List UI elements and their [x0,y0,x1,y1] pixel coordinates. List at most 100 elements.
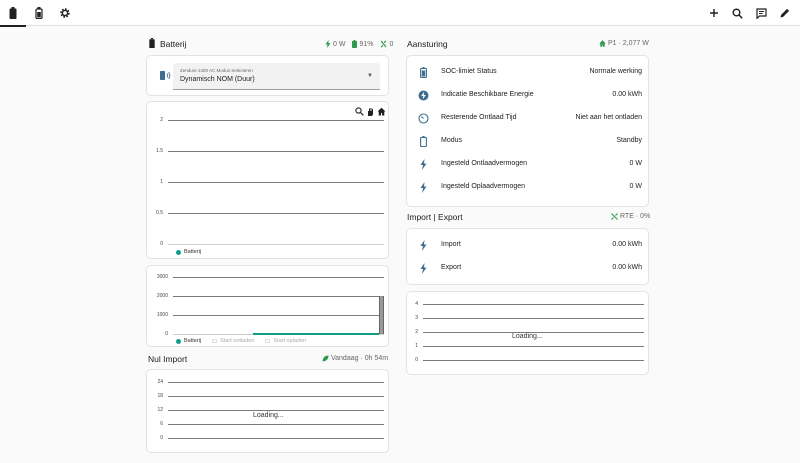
battery-section-title: Batterij [160,39,187,49]
grid-line [168,213,384,214]
entity-label: Export [441,264,462,271]
loading-text: Loading... [512,333,543,340]
mode-select-value: Dynamisch NOM (Duur) [180,76,255,83]
y-tick-label: 0 [415,357,418,363]
mode-select-card: Zendure 2400 AC Modus Selecteren Dynamis… [146,55,389,96]
battery-power-value: 0 W [333,40,346,48]
entity-value: Standby [616,137,642,144]
y-tick-label: 1000 [156,312,168,318]
y-tick-label: 18 [157,393,163,399]
entity-row[interactable]: Modus Standby [407,130,649,153]
grid-line [168,410,384,411]
y-tick-label: 1 [415,343,418,349]
grid-line [168,182,384,183]
aansturing-section-title: Aansturing [407,39,448,49]
legend-swatch [176,249,181,255]
import-export-meta: RTE · 0% [611,213,650,220]
search-button[interactable] [728,4,746,22]
legend-label[interactable]: Start ontladen [220,338,254,344]
y-tick-label: 1.5 [156,148,163,154]
legend-swatch [265,339,271,343]
entity-label: Modus [441,137,463,144]
baseline [168,244,384,245]
entity-value: 0 W [629,160,642,167]
battery-status-icon [417,66,429,78]
flash-icon [325,40,331,48]
tab-settings[interactable] [52,0,78,26]
battery-soc-icon [352,40,358,48]
entity-value: 0 W [629,183,642,190]
y-tick-label: 24 [157,379,163,385]
grid-line [168,382,384,383]
add-button[interactable] [705,4,723,22]
flash-icon [417,262,429,274]
entity-value: Normale werking [589,68,642,75]
grid-line [168,120,384,121]
grid-line [423,360,644,361]
entity-row[interactable]: Indicatie Beschikbare Energie 0.00 kWh [407,84,649,107]
legend-label[interactable]: Start opladen [273,338,306,344]
battery-series-bar [379,296,384,334]
entity-value: 0.00 kWh [612,264,642,271]
entity-label: Resterende Ontlaad Tijd [441,114,517,121]
entity-row[interactable]: Ingesteld Oplaadvermogen 0 W [407,176,649,199]
aansturing-card: SOC-limiet Status Normale werking Indica… [406,55,649,207]
y-tick-label: 2 [415,329,418,335]
battery-icon [417,135,429,147]
y-tick-label: 4 [415,301,418,307]
loading-text: Loading... [253,412,284,419]
entity-label: Ingesteld Oplaadvermogen [441,183,526,190]
mode-select[interactable]: Zendure 2400 AC Modus Selecteren Dynamis… [173,63,380,90]
chart-legend: Batterij Start ontladen Start opladen [176,338,306,344]
legend-label[interactable]: Batterij [184,338,201,344]
pencil-icon [779,8,790,19]
gear-icon [59,7,71,19]
tab-battery[interactable] [0,0,26,27]
nul-import-meta-value: Vandaag · 0h 54m [331,355,389,362]
home-battery-icon [159,70,171,81]
leaf-icon [322,355,329,362]
zoom-icon[interactable] [355,107,364,116]
import-export-chart-card: 4 3 2 1 0 Loading... [406,291,649,375]
aansturing-meta-value: P1 · 2,077 W [608,40,649,47]
nul-import-section-title: Nul Import [148,354,188,364]
battery-icon [149,38,155,48]
battery-flow-value: 0 [389,40,394,48]
tab-battery-status[interactable] [26,0,52,26]
chart-legend[interactable]: Batterij [176,249,201,255]
y-tick-label: 2 [160,117,163,123]
home-icon [599,40,606,47]
battery-section-meta: 0 W 91% 0 [320,40,393,48]
plus-icon [709,8,719,18]
pan-icon[interactable] [366,107,375,116]
entity-value: 0.00 kWh [612,91,642,98]
entity-row[interactable]: Export 0.00 kWh [407,257,649,280]
aansturing-meta: P1 · 2,077 W [599,40,649,47]
grid-line [423,318,644,319]
entity-label: Indicatie Beschikbare Energie [441,91,534,98]
entity-label: SOC-limiet Status [441,68,497,75]
grid-line [173,277,384,278]
y-tick-label: 0 [165,331,168,337]
entity-value: 0.00 kWh [612,241,642,248]
edit-button[interactable] [775,4,793,22]
mode-select-label: Zendure 2400 AC Modus Selecteren [180,68,253,73]
grid-line [168,396,384,397]
entity-row[interactable]: Resterende Ontlaad Tijd Niet aan het ont… [407,107,649,130]
entity-row[interactable]: SOC-limiet Status Normale werking [407,61,649,84]
y-tick-label: 1 [160,179,163,185]
home-icon[interactable] [377,107,386,116]
entity-row[interactable]: Ingesteld Ontlaadvermogen 0 W [407,153,649,176]
battery-outline-icon [35,7,43,19]
import-export-card: Import 0.00 kWh Export 0.00 kWh [406,228,649,285]
import-export-meta-value: RTE · 0% [620,213,651,220]
grid-line [168,151,384,152]
timer-icon [417,112,429,124]
nul-import-meta: Vandaag · 0h 54m [322,355,388,362]
y-tick-label: 0.5 [156,210,163,216]
assist-button[interactable] [752,4,770,22]
legend-swatch [176,338,181,344]
legend-label: Batterij [184,249,202,255]
entity-row[interactable]: Import 0.00 kWh [407,234,649,257]
entity-label: Import [441,241,461,248]
